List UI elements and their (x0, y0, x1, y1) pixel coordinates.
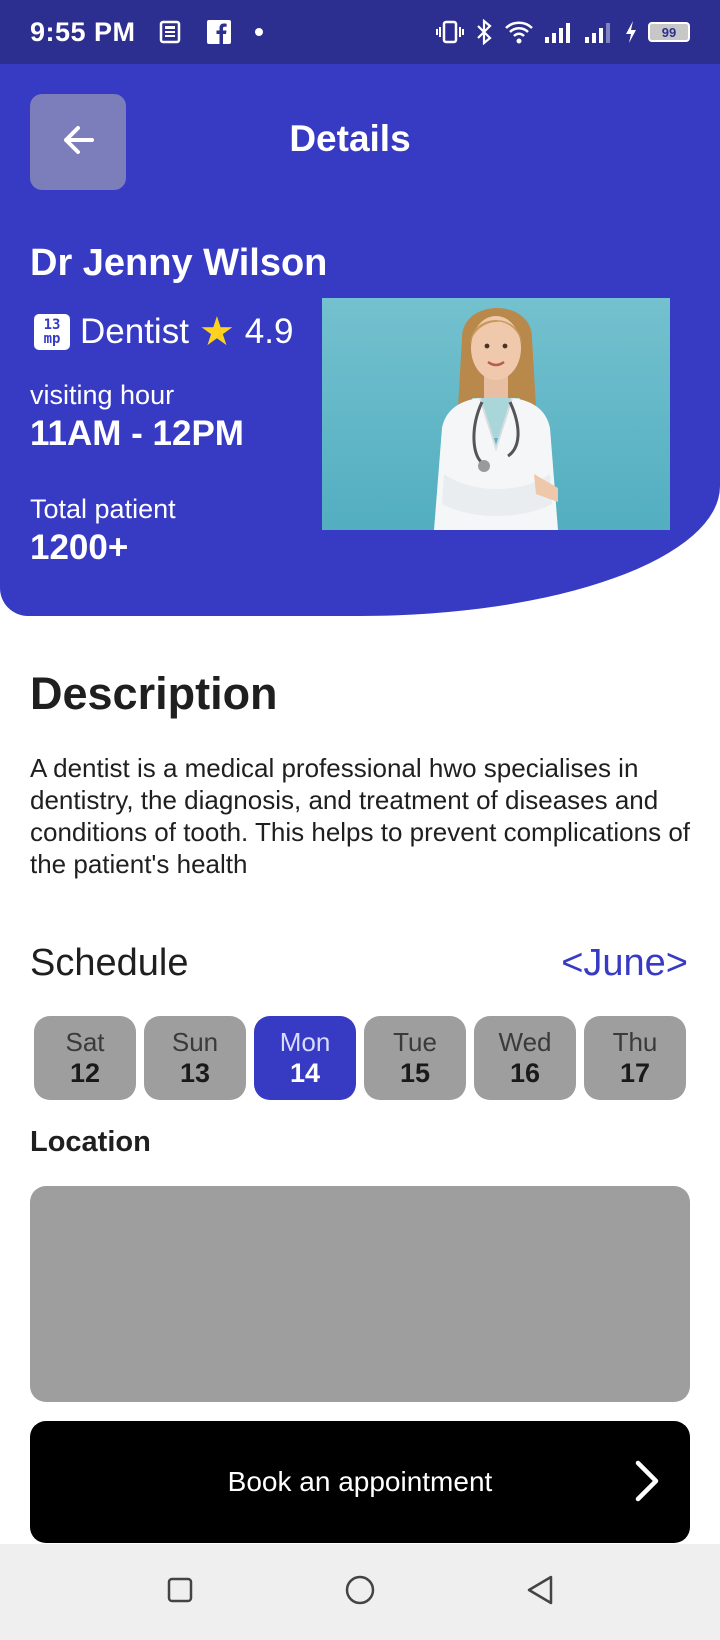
day-chip-sat[interactable]: Sat 12 (34, 1016, 136, 1100)
recents-button[interactable] (160, 1572, 200, 1612)
description-text: A dentist is a medical professional hwo … (30, 753, 691, 879)
location-title: Location (30, 1126, 151, 1158)
rating-value: 4.9 (244, 312, 294, 351)
day-number: 12 (69, 1058, 101, 1088)
doctor-header-card: Details Dr Jenny Wilson 13 mp Dentist ★ … (0, 64, 720, 616)
day-name: Sun (171, 1027, 219, 1057)
specialty-label: Dentist (80, 312, 189, 351)
badge-top: 13 (43, 317, 61, 333)
status-time: 9:55 PM (30, 16, 136, 47)
dot-icon (254, 27, 264, 37)
total-patient-value: 1200+ (30, 528, 129, 567)
day-number: 17 (619, 1058, 651, 1088)
day-chip-mon[interactable]: Mon 14 (254, 1016, 356, 1100)
home-button[interactable] (340, 1572, 380, 1612)
day-chip-sun[interactable]: Sun 13 (144, 1016, 246, 1100)
day-number: 13 (179, 1058, 211, 1088)
day-name: Tue (393, 1027, 437, 1057)
visiting-hour-value: 11AM - 12PM (30, 414, 244, 453)
day-chip-wed[interactable]: Wed 16 (474, 1016, 576, 1100)
battery-icon: 99 (648, 22, 690, 42)
megapixel-icon: 13 mp (34, 314, 70, 350)
back-nav-button[interactable] (520, 1572, 560, 1612)
doctor-name: Dr Jenny Wilson (30, 242, 328, 284)
vibrate-icon (436, 19, 464, 45)
signal-icon (544, 19, 574, 45)
charging-icon (624, 19, 638, 45)
schedule-title: Schedule (30, 942, 189, 984)
wifi-icon (504, 19, 534, 45)
day-name: Thu (612, 1027, 658, 1057)
day-name: Mon (279, 1027, 331, 1057)
specialty-row: 13 mp Dentist ★ 4.9 (34, 312, 293, 352)
month-selector[interactable]: <June> (561, 942, 688, 985)
signal-icon (584, 19, 614, 45)
page-title: Details (289, 118, 411, 159)
triangle-back-icon (525, 1574, 555, 1611)
status-bar: 9:55 PM 99 (0, 0, 720, 64)
day-chip-tue[interactable]: Tue 15 (364, 1016, 466, 1100)
book-appointment-label: Book an appointment (227, 1466, 493, 1497)
day-number: 15 (399, 1058, 431, 1088)
bluetooth-icon (474, 19, 494, 45)
day-number: 16 (509, 1058, 541, 1088)
system-nav-bar (0, 1544, 720, 1640)
day-name: Sat (65, 1027, 105, 1057)
day-name: Wed (498, 1027, 552, 1057)
description-title: Description (30, 668, 278, 719)
badge-bottom: mp (43, 331, 61, 347)
book-appointment-button[interactable]: Book an appointment (30, 1421, 690, 1543)
chevron-right-icon (632, 1459, 662, 1508)
star-icon: ★ (198, 310, 235, 354)
day-picker: Sat 12 Sun 13 Mon 14 Tue 15 Wed 16 Thu 1… (34, 1016, 686, 1100)
total-patient-label: Total patient (30, 494, 176, 524)
visiting-hour-label: visiting hour (30, 380, 175, 410)
doctor-photo (322, 298, 670, 530)
news-icon (158, 19, 184, 45)
square-icon (167, 1577, 193, 1608)
day-chip-thu[interactable]: Thu 17 (584, 1016, 686, 1100)
facebook-icon (206, 19, 232, 45)
location-map[interactable] (30, 1186, 690, 1402)
circle-icon (344, 1574, 376, 1611)
day-number: 14 (289, 1058, 321, 1088)
